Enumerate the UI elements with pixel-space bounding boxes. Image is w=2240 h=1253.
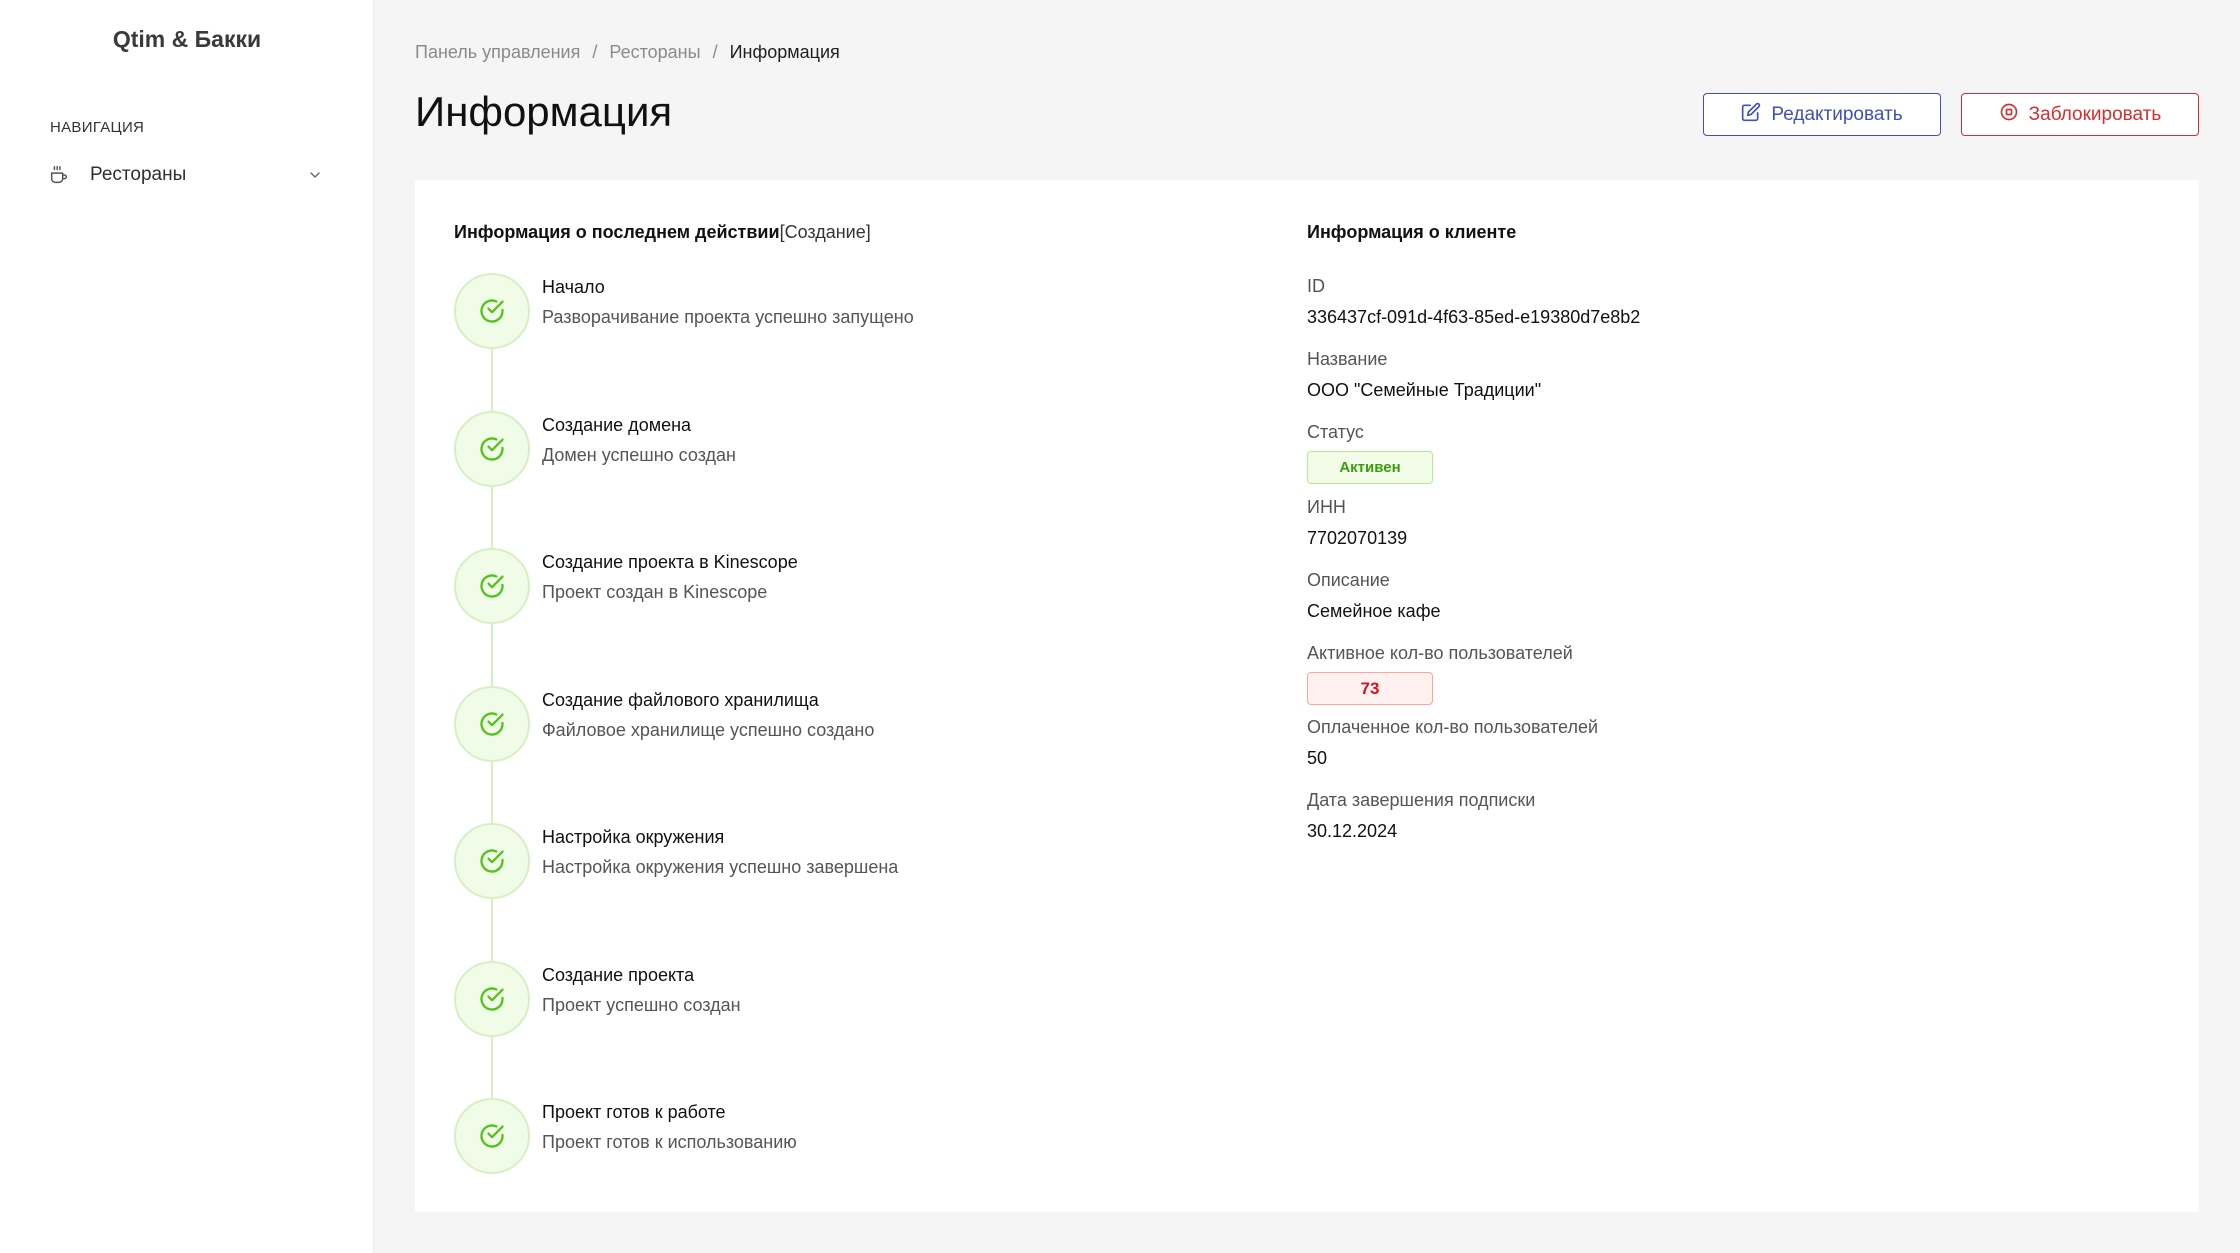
status-badge: Активен xyxy=(1307,451,1433,484)
edit-icon xyxy=(1741,102,1761,128)
timeline-step: Проект готов к работе Проект готов к исп… xyxy=(454,1098,1254,1236)
step-title: Проект готов к работе xyxy=(542,1102,726,1122)
check-circle-icon xyxy=(454,960,530,1037)
main-content: Панель управления / Рестораны / Информац… xyxy=(375,0,2240,1253)
field-id: ID 336437cf-091d-4f63-85ed-e19380d7e8b2 xyxy=(1307,276,2007,349)
check-circle-icon xyxy=(454,548,530,624)
timeline-connector xyxy=(491,624,493,686)
page-title: Информация xyxy=(415,88,673,135)
field-description: Описание Семейное кафе xyxy=(1307,570,2007,643)
edit-button-label: Редактировать xyxy=(1771,103,1903,125)
client-info-title: Информация о клиенте xyxy=(1307,222,1517,242)
timeline-step: Начало Разворачивание проекта успешно за… xyxy=(454,273,1254,411)
timeline-step: Создание проекта Проект успешно создан xyxy=(454,960,1254,1098)
client-info: ID 336437cf-091d-4f63-85ed-e19380d7e8b2 … xyxy=(1307,276,2007,863)
check-circle-icon xyxy=(454,685,530,762)
field-label: Дата завершения подписки xyxy=(1307,790,1536,810)
field-active-users: Активное кол-во пользователей 73 xyxy=(1307,643,2007,717)
timeline-step: Создание домена Домен успешно создан xyxy=(454,410,1254,548)
breadcrumb-restaurants[interactable]: Рестораны xyxy=(609,42,700,63)
check-circle-icon xyxy=(454,273,530,349)
check-circle-icon xyxy=(454,410,530,487)
field-label: ИНН xyxy=(1307,497,1346,517)
breadcrumb-dashboard[interactable]: Панель управления xyxy=(415,42,580,63)
breadcrumb-current: Информация xyxy=(729,42,840,62)
sidebar: Qtim & Бакки НАВИГАЦИЯ Рестораны xyxy=(0,0,374,1253)
field-status: Статус Активен xyxy=(1307,422,2007,497)
breadcrumb-separator: / xyxy=(592,42,598,62)
timeline-step: Настройка окружения Настройка окружения … xyxy=(454,823,1254,961)
check-circle-icon xyxy=(454,1098,530,1174)
sidebar-item-restaurants[interactable]: Рестораны xyxy=(30,158,330,192)
check-circle-icon xyxy=(454,823,530,899)
timeline: Начало Разворачивание проекта успешно за… xyxy=(454,273,1254,1236)
field-value: 7702070139 xyxy=(1307,528,1408,548)
step-description: Разворачивание проекта успешно запущено xyxy=(542,307,914,327)
breadcrumb-separator: / xyxy=(712,42,718,62)
field-value: 336437cf-091d-4f63-85ed-e19380d7e8b2 xyxy=(1307,307,1641,327)
step-title: Начало xyxy=(542,277,605,297)
field-value: ООО "Семейные Традиции" xyxy=(1307,380,1542,400)
stop-circle-icon xyxy=(1999,102,2019,128)
step-description: Файловое хранилище успешно создано xyxy=(542,719,875,740)
sidebar-item-label: Рестораны xyxy=(90,164,187,185)
step-title: Создание проекта xyxy=(542,964,695,985)
step-title: Создание проекта в Kinescope xyxy=(542,552,798,572)
step-title: Создание домена xyxy=(542,414,692,435)
last-action-heading: Информация о последнем действии xyxy=(454,222,780,242)
field-label: Оплаченное кол-во пользователей xyxy=(1307,717,1599,737)
field-label: Активное кол-во пользователей xyxy=(1307,643,1573,663)
field-value: 30.12.2024 xyxy=(1307,821,1398,841)
breadcrumb: Панель управления / Рестораны / Информац… xyxy=(415,42,840,63)
timeline-step: Создание файлового хранилища Файловое хр… xyxy=(454,685,1254,823)
field-label: Статус xyxy=(1307,422,1364,442)
step-description: Проект успешно создан xyxy=(542,994,741,1015)
field-subscription-end: Дата завершения подписки 30.12.2024 xyxy=(1307,790,2007,863)
step-description: Настройка окружения успешно завершена xyxy=(542,857,899,877)
timeline-step: Создание проекта в Kinescope Проект созд… xyxy=(454,548,1254,686)
edit-button[interactable]: Редактировать xyxy=(1703,93,1941,136)
field-value: Семейное кафе xyxy=(1307,601,1441,621)
block-button[interactable]: Заблокировать xyxy=(1961,93,2199,136)
field-paid-users: Оплаченное кол-во пользователей 50 xyxy=(1307,717,2007,790)
info-card: Информация о последнем действии[Создание… xyxy=(415,180,2199,1212)
field-inn: ИНН 7702070139 xyxy=(1307,497,2007,570)
field-value: 50 xyxy=(1307,748,1328,768)
field-label: Описание xyxy=(1307,570,1390,590)
step-description: Проект готов к использованию xyxy=(542,1132,797,1152)
chevron-down-icon[interactable] xyxy=(300,167,330,183)
coffee-cup-icon xyxy=(48,164,78,186)
field-label: Название xyxy=(1307,349,1388,369)
nav-heading: НАВИГАЦИЯ xyxy=(50,119,145,136)
field-name: Название ООО "Семейные Традиции" xyxy=(1307,349,2007,422)
last-action-tag: [Создание] xyxy=(779,222,871,242)
timeline-connector xyxy=(491,349,493,411)
app-brand: Qtim & Бакки xyxy=(112,26,262,52)
timeline-connector xyxy=(491,761,493,823)
step-title: Создание файлового хранилища xyxy=(542,689,819,710)
active-users-badge: 73 xyxy=(1307,672,1433,705)
field-label: ID xyxy=(1307,276,1325,296)
last-action-title: Информация о последнем действии[Создание… xyxy=(454,222,871,243)
timeline-connector xyxy=(491,1036,493,1098)
step-description: Проект создан в Kinescope xyxy=(542,582,768,602)
step-description: Домен успешно создан xyxy=(542,444,737,465)
block-button-label: Заблокировать xyxy=(2028,103,2162,125)
timeline-connector xyxy=(491,899,493,961)
timeline-connector xyxy=(491,486,493,548)
step-title: Настройка окружения xyxy=(542,827,725,847)
